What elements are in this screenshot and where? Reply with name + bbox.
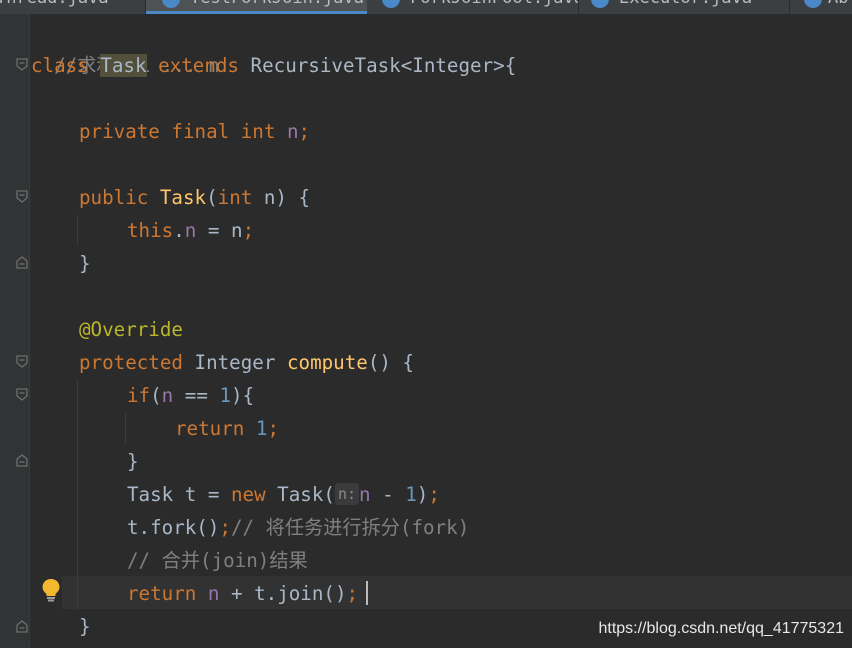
brace: }: [79, 615, 91, 638]
superclass: RecursiveTask<Integer>{: [250, 54, 517, 77]
fold-end-marker-icon[interactable]: [15, 619, 29, 633]
indent-guide: [125, 413, 126, 444]
brace: }: [79, 252, 91, 275]
code-line-19[interactable]: }: [79, 610, 91, 643]
keyword: extends: [158, 54, 239, 77]
field: n: [286, 120, 299, 143]
watermark: https://blog.csdn.net/qq_41775321: [598, 620, 844, 637]
indent-guide: [77, 215, 78, 246]
number: 1: [405, 483, 417, 506]
paren: ){: [231, 384, 255, 407]
fold-end-marker-icon[interactable]: [15, 453, 29, 467]
params: () {: [367, 351, 415, 374]
code-line-1[interactable]: //求和 1 ... n: [31, 16, 219, 77]
method-name: compute: [286, 351, 368, 374]
keyword: return: [127, 582, 197, 605]
return-type: Integer: [194, 351, 276, 374]
semicolon: ;: [267, 417, 279, 440]
tab-ab[interactable]: Ab: [790, 0, 852, 14]
keyword: class: [31, 54, 89, 77]
editor-tab-bar: Thread.java TestForkJoin.java ForkJoinPo…: [0, 0, 852, 14]
semicolon: ;: [428, 483, 440, 506]
class-name: Task: [100, 54, 147, 77]
comment: // 合并(join)结果: [127, 549, 308, 572]
semicolon: ;: [346, 582, 359, 605]
semicolon: ;: [298, 120, 311, 143]
dot: .: [173, 219, 185, 242]
params: n) {: [252, 186, 311, 209]
code-line-11[interactable]: protected Integer compute() {: [79, 346, 414, 379]
keyword: if: [127, 384, 151, 407]
operator: -: [370, 483, 406, 506]
keyword: this: [127, 219, 174, 242]
constructor-call: Task(: [265, 483, 335, 506]
fold-end-marker-icon[interactable]: [15, 255, 29, 269]
semicolon: ;: [219, 516, 231, 539]
tab-thread[interactable]: Thread.java: [0, 0, 145, 14]
parameter-hint: n:: [334, 483, 359, 505]
number: 1: [255, 417, 268, 440]
field: n: [161, 384, 174, 407]
keyword: private final int: [79, 120, 276, 143]
keyword: public: [79, 186, 149, 209]
declaration: Task t =: [127, 483, 231, 506]
tab-executor[interactable]: Executor.java: [579, 0, 789, 14]
field: n: [359, 483, 371, 506]
field: n: [184, 219, 197, 242]
keyword: new: [230, 483, 266, 506]
code-line-18[interactable]: return n + t.join();: [127, 577, 358, 610]
indent-guide: [77, 380, 78, 610]
code-line-13[interactable]: return 1;: [175, 412, 279, 445]
fold-marker-icon[interactable]: [15, 190, 29, 204]
code-line-15[interactable]: Task t = new Task(n: n - 1);: [127, 478, 440, 511]
code-line-2[interactable]: class Task extends RecursiveTask<Integer…: [31, 49, 516, 82]
editor-gutter: [0, 14, 30, 648]
paren: (: [206, 186, 218, 209]
semicolon: ;: [242, 219, 255, 242]
lightbulb-icon[interactable]: [41, 578, 61, 602]
code-line-10[interactable]: @Override: [79, 313, 183, 346]
fold-marker-icon[interactable]: [15, 58, 29, 72]
java-file-icon: [162, 0, 180, 8]
code-line-4[interactable]: private final int n;: [79, 115, 310, 148]
java-file-icon: [591, 0, 609, 8]
paren: (: [150, 384, 162, 407]
text-cursor: [366, 581, 368, 605]
keyword: int: [217, 186, 253, 209]
java-file-icon: [804, 0, 822, 8]
code-line-17[interactable]: // 合并(join)结果: [127, 544, 308, 577]
fold-marker-icon[interactable]: [15, 355, 29, 369]
code-line-8[interactable]: }: [79, 247, 91, 280]
code-line-14[interactable]: }: [127, 445, 139, 478]
assignment: = n: [196, 219, 243, 242]
expression: + t.join(): [219, 582, 347, 605]
keyword: return: [175, 417, 245, 440]
code-line-16[interactable]: t.fork();// 将任务进行拆分(fork): [127, 511, 469, 544]
comment: // 将任务进行拆分(fork): [230, 516, 470, 539]
tab-testforkjoin[interactable]: TestForkJoin.java: [146, 0, 367, 14]
keyword: protected: [79, 351, 183, 374]
code-line-6[interactable]: public Task(int n) {: [79, 181, 310, 214]
brace: }: [127, 450, 139, 473]
number: 1: [219, 384, 232, 407]
gutter-divider: [29, 14, 30, 648]
field: n: [207, 582, 220, 605]
paren: ): [416, 483, 429, 506]
tab-forkjoinpool[interactable]: ForkJoinPool.java: [368, 0, 578, 14]
fold-marker-icon[interactable]: [15, 388, 29, 402]
method-call: t.fork(): [127, 516, 220, 539]
annotation: @Override: [79, 318, 183, 341]
constructor-name: Task: [159, 186, 207, 209]
operator: ==: [173, 384, 220, 407]
java-file-icon: [382, 0, 400, 8]
code-line-12[interactable]: if(n == 1){: [127, 379, 254, 412]
code-line-7[interactable]: this.n = n;: [127, 214, 254, 247]
